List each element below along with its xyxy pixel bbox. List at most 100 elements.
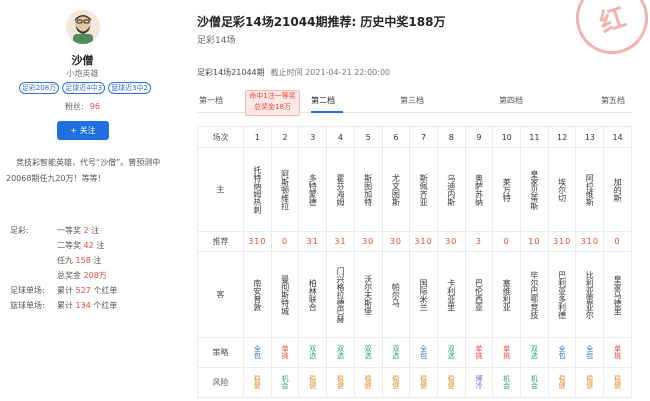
rec-cell: 310	[409, 231, 438, 252]
numbers-cell: 13	[575, 126, 605, 148]
table-row: 场次 1 2 3 4 5 6 7 8 9 10 11 12 13 14	[197, 126, 632, 148]
tag-badge: 足球近4中3	[62, 82, 106, 94]
stat-suffix: 注	[93, 256, 102, 265]
sidebar: 沙僧 小炮英雄 足彩208万 足球近4中3 篮球近3中2 粉丝: 96 + 关注 …	[0, 0, 180, 401]
tier-tabs: 第一档 第二档 第三档 第四档 第五档 命中1注一等奖总奖金18万	[197, 90, 631, 116]
tab-tier-5[interactable]: 第五档	[601, 95, 625, 106]
follow-button[interactable]: + 关注	[57, 121, 109, 140]
red-seal-stamp: 红	[566, 0, 650, 64]
risk-cell: 稳健	[547, 367, 577, 398]
stats-list: 足彩: 一等奖 2 注二等奖 42 注任九 158 注总奖金 208万 足球单场:…	[10, 223, 175, 313]
stat-row: 篮球单场: 累计 134 个红单	[10, 298, 175, 313]
stat-row: 足彩: 一等奖 2 注	[10, 223, 175, 238]
tab-tier-4[interactable]: 第四档	[499, 95, 523, 106]
tag-badge: 足彩208万	[18, 82, 60, 94]
numbers-cell: 12	[547, 126, 577, 148]
away-cell: 南安普敦	[243, 251, 272, 338]
numbers-cell: 6	[381, 126, 411, 148]
strategy-tag: 全包	[558, 344, 567, 359]
home-cell: 莱万特	[492, 147, 522, 232]
stat-value: 一等奖 2 注	[57, 223, 99, 238]
strategy-cell: 双选	[353, 337, 383, 368]
away-cell: 塞维利亚	[492, 251, 522, 338]
risk-tag: 稳健	[391, 374, 400, 389]
strategy-cell: 全包	[547, 337, 577, 368]
risk-tag: 稳健	[308, 374, 317, 389]
numbers-cell: 5	[353, 126, 383, 148]
risk-tag: 稳健	[419, 374, 428, 389]
rec-cell: 0	[492, 231, 522, 252]
strategy-cell: 单挑	[464, 337, 494, 368]
strategy-cell: 双选	[298, 337, 328, 368]
numbers-cell: 10	[492, 126, 522, 148]
away-cell: 帕尔马	[381, 251, 411, 338]
numbers-cell: 8	[436, 126, 466, 148]
stat-row: 任九 158 注	[10, 253, 175, 268]
avatar-icon	[66, 10, 100, 44]
strategy-tag: 全包	[253, 344, 262, 359]
numbers-cell: 11	[520, 126, 549, 148]
home-cell: 阿拉维斯	[575, 147, 605, 232]
away-cell: 皇家马德里	[603, 251, 632, 338]
rec-cell: 31	[326, 231, 355, 252]
risk-cell: 稳健	[436, 367, 466, 398]
stat-value: 累计 134 个红单	[57, 298, 117, 313]
risk-cell: 稳健	[298, 367, 328, 398]
rec-cell: 30	[436, 231, 466, 252]
profile-card: 沙僧 小炮英雄 足彩208万 足球近4中3 篮球近3中2 粉丝: 96 + 关注 …	[0, 0, 180, 401]
strategy-cell: 双选	[326, 337, 355, 368]
stat-row: 总奖金 208万	[10, 268, 175, 283]
stat-value: 累计 527 个红单	[57, 283, 117, 298]
main-content: 沙僧足彩14场21044期推荐: 历史中奖188万 足彩14场 红 足彩14场2…	[180, 0, 650, 401]
away-cell: 沃尔夫斯堡	[353, 251, 383, 338]
strategy-tag: 双选	[308, 344, 317, 359]
stat-value: 总奖金 208万	[57, 268, 107, 283]
deadline: 截止时间 2021-04-21 22:00:00	[270, 68, 391, 77]
stat-prefix: 二等奖	[57, 241, 81, 250]
risk-cell: 稳健	[575, 367, 605, 398]
strategy-cell: 全包	[243, 337, 272, 368]
stat-number: 42	[83, 241, 94, 250]
home-cell: 埃尔切	[547, 147, 577, 232]
strategy-cell: 单挑	[270, 337, 300, 368]
home-cell: 乌迪内斯	[436, 147, 466, 232]
risk-tag: 稳健	[558, 374, 567, 389]
tab-tier-3[interactable]: 第三档	[400, 95, 424, 106]
stat-prefix: 任九	[57, 256, 73, 265]
picks-table: 场次 1 2 3 4 5 6 7 8 9 10 11 12 13 14 主 托特纳姆热刺 阿斯顿维拉 多特蒙德…	[197, 126, 632, 398]
numbers-cell: 4	[326, 126, 355, 148]
stat-row: 二等奖 42 注	[10, 238, 175, 253]
risk-cell: 机会	[520, 367, 549, 398]
risk-cell: 稳健	[353, 367, 383, 398]
away-cell: 巴伦西亚	[464, 251, 494, 338]
away-label: 客	[197, 251, 244, 338]
strategy-tag: 双选	[364, 344, 373, 359]
strategy-tag: 单挑	[613, 344, 622, 359]
tab-tier-1[interactable]: 第一档	[199, 95, 223, 106]
home-cell: 霍芬海姆	[326, 147, 355, 232]
strategy-tag: 双选	[447, 344, 456, 359]
issue-info: 足彩14场21044期 截止时间 2021-04-21 22:00:00	[197, 67, 390, 78]
table-row: 策略 全包 单挑 双选 双选 双选 双选 全包 双选 单挑 单挑 双选 全包 全包 单挑	[197, 337, 632, 368]
active-tab-indicator	[311, 111, 343, 113]
avatar[interactable]	[66, 10, 100, 44]
stat-number: 158	[75, 256, 91, 265]
strategy-cell: 全包	[409, 337, 438, 368]
rec-cell: 30	[353, 231, 383, 252]
home-cell: 阿斯顿维拉	[270, 147, 300, 232]
rec-cell: 0	[603, 231, 632, 252]
home-cell: 尤文图斯	[381, 147, 411, 232]
risk-tag: 机会	[502, 374, 511, 389]
strategy-tag: 双选	[336, 344, 345, 359]
stat-value: 二等奖 42 注	[57, 238, 104, 253]
strategy-cell: 单挑	[603, 337, 632, 368]
away-cell: 比利亚雷亚尔	[575, 251, 605, 338]
away-cell: 柏林联合	[298, 251, 328, 338]
tab-tier-2[interactable]: 第二档	[311, 95, 335, 106]
risk-tag: 稳健	[585, 374, 594, 389]
rec-cell: 310	[547, 231, 577, 252]
stat-suffix: 注	[96, 241, 105, 250]
user-tags: 足彩208万 足球近4中3 篮球近3中2	[5, 82, 165, 94]
rec-cell: 31	[298, 231, 328, 252]
fans-count: 粉丝: 96	[0, 101, 165, 112]
